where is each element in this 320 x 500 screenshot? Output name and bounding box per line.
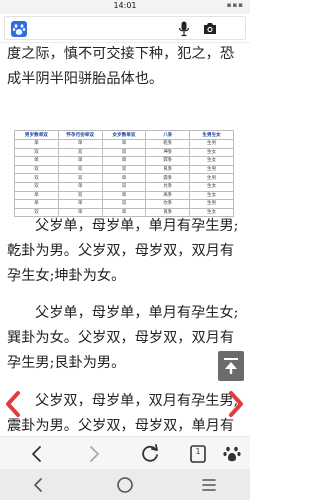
status-bar: 14:01 ▪▪▪ bbox=[0, 0, 250, 14]
table-cell: 单 bbox=[57, 199, 103, 209]
table-row: 单 单 双 坎卦 生男 bbox=[14, 199, 234, 209]
table-row: 单 单 单 巽卦 生女 bbox=[14, 156, 234, 166]
table-cell: 生男 bbox=[189, 139, 234, 149]
camera-icon[interactable] bbox=[203, 22, 217, 35]
article-paragraph: 父岁单，母岁单，单月有孕生女;巽卦为女。父岁双，母岁双，双月有孕生男;艮卦为男。 bbox=[7, 305, 239, 371]
table-cell: 单 bbox=[57, 139, 103, 149]
table-cell: 坤卦 bbox=[145, 147, 191, 158]
table-cell: 乾卦 bbox=[145, 139, 191, 149]
table-cell: 生男 bbox=[189, 164, 234, 175]
microphone-icon[interactable] bbox=[178, 21, 190, 37]
table-cell: 单 bbox=[14, 139, 59, 149]
system-menu-icon[interactable] bbox=[200, 476, 218, 494]
table-row: 双 双 单 震卦 生男 bbox=[14, 173, 234, 183]
table-header-row: 男岁数单双 怀孕月份单双 女岁数单双 八卦 生男生女 bbox=[14, 130, 234, 140]
table-header-cell: 男岁数单双 bbox=[14, 130, 59, 140]
table-row: 双 双 双 坤卦 生女 bbox=[14, 147, 234, 158]
status-icons: ▪▪▪ bbox=[226, 1, 244, 9]
article-paragraph: 度之际，慎不可交接下种，犯之，恐成半阴半阳骈胎品体也。 bbox=[7, 46, 235, 87]
baidu-paw-icon[interactable] bbox=[11, 21, 27, 37]
article-content: 度之际，慎不可交接下种，犯之，恐成半阴半阳骈胎品体也。 男岁数单双 怀孕月份单双… bbox=[0, 42, 250, 436]
table-cell: 双 bbox=[57, 190, 103, 201]
system-back-icon[interactable] bbox=[30, 476, 48, 494]
browser-toolbar: 1 bbox=[0, 436, 250, 469]
table-cell: 双 bbox=[101, 199, 147, 209]
table-cell: 双 bbox=[14, 173, 59, 183]
table-cell: 单 bbox=[57, 156, 103, 166]
table-cell: 双 bbox=[101, 181, 147, 192]
table-cell: 兑卦 bbox=[145, 181, 191, 192]
table-cell: 双 bbox=[101, 147, 147, 158]
paw-icon[interactable] bbox=[221, 443, 243, 465]
refresh-icon[interactable] bbox=[139, 443, 161, 465]
article-paragraph: 父岁单，母岁单，单月有孕生男;乾卦为男。父岁双，母岁双，双月有孕生女;坤卦为女。 bbox=[7, 218, 239, 284]
pages-count: 1 bbox=[195, 447, 201, 456]
table-row: 双 单 双 兑卦 生女 bbox=[14, 181, 234, 192]
table-cell: 生女 bbox=[189, 181, 234, 192]
scroll-to-top-icon bbox=[224, 358, 238, 374]
table-header-cell: 女岁数单双 bbox=[101, 130, 147, 140]
table-cell: 双 bbox=[101, 164, 147, 175]
table-cell: 双 bbox=[14, 164, 59, 175]
table-cell: 坎卦 bbox=[145, 199, 191, 209]
status-time: 14:01 bbox=[113, 1, 137, 10]
forward-arrow-icon[interactable] bbox=[83, 443, 105, 465]
gender-prediction-table-image: 男岁数单双 怀孕月份单双 女岁数单双 八卦 生男生女 单 单 单 乾卦 生男 双 bbox=[14, 130, 234, 218]
table-row: 双 双 双 艮卦 生男 bbox=[14, 164, 234, 175]
table-header-cell: 生男生女 bbox=[189, 130, 234, 140]
table-cell: 生男 bbox=[189, 199, 234, 209]
table-cell: 单 bbox=[101, 190, 147, 201]
system-home-icon[interactable] bbox=[116, 476, 134, 494]
table-cell: 生男 bbox=[189, 173, 234, 183]
table-cell: 生女 bbox=[189, 190, 234, 201]
table-row: 单 单 单 乾卦 生男 bbox=[14, 139, 234, 149]
article-paragraph: 父岁双，母岁单，双月有孕生男;震卦为男。父岁双，母岁双，单月有孕生女; bbox=[7, 393, 239, 434]
table-cell: 单 bbox=[14, 156, 59, 166]
table-header-cell: 八卦 bbox=[145, 130, 191, 140]
search-input[interactable] bbox=[33, 20, 163, 37]
system-navigation-bar bbox=[0, 469, 250, 500]
table-cell: 艮卦 bbox=[145, 164, 191, 175]
next-page-arrow-icon[interactable] bbox=[228, 390, 244, 418]
previous-page-arrow-icon[interactable] bbox=[5, 390, 21, 418]
table-header-cell: 怀孕月份单双 bbox=[57, 130, 103, 140]
search-bar[interactable] bbox=[4, 16, 246, 40]
table-cell: 单 bbox=[101, 156, 147, 166]
table-cell: 单 bbox=[14, 190, 59, 201]
table-cell: 双 bbox=[14, 181, 59, 192]
table-row: 单 双 单 离卦 生女 bbox=[14, 190, 234, 201]
table-cell: 双 bbox=[57, 164, 103, 175]
table-cell: 双 bbox=[14, 147, 59, 158]
table-cell: 离卦 bbox=[145, 190, 191, 201]
back-arrow-icon[interactable] bbox=[26, 443, 48, 465]
scroll-to-top-button[interactable] bbox=[218, 351, 244, 381]
table-cell: 震卦 bbox=[145, 173, 191, 183]
table-cell: 双 bbox=[57, 173, 103, 183]
table-cell: 巽卦 bbox=[145, 156, 191, 166]
table-cell: 单 bbox=[14, 199, 59, 209]
table-cell: 生女 bbox=[189, 156, 234, 166]
table-cell: 单 bbox=[57, 181, 103, 192]
table-cell: 双 bbox=[57, 147, 103, 158]
gender-prediction-table: 男岁数单双 怀孕月份单双 女岁数单双 八卦 生男生女 单 单 单 乾卦 生男 双 bbox=[14, 130, 234, 218]
table-cell: 单 bbox=[101, 173, 147, 183]
table-cell: 单 bbox=[101, 139, 147, 149]
pages-button[interactable]: 1 bbox=[187, 443, 209, 465]
table-cell: 生女 bbox=[189, 147, 234, 158]
